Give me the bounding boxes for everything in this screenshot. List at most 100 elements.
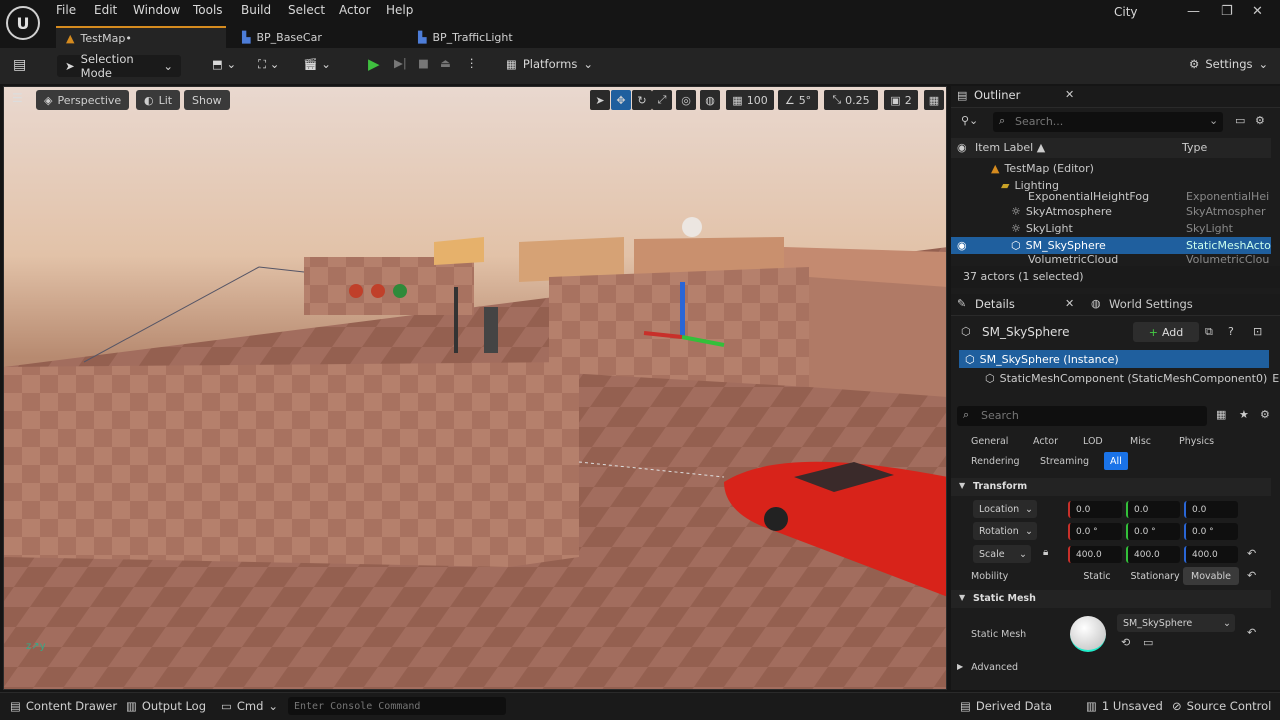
content-drawer-button[interactable]: ▤ Content Drawer [10, 699, 117, 713]
filter-rendering[interactable]: Rendering [965, 452, 1026, 470]
visibility-icon[interactable]: ◉ [957, 141, 967, 154]
menu-select[interactable]: Select [288, 3, 325, 17]
gear-icon[interactable]: ⚙ [1255, 114, 1265, 127]
selection-mode-dropdown[interactable]: ➤ Selection Mode ⌄ [57, 52, 181, 80]
menu-file[interactable]: File [56, 3, 76, 17]
component-instance-row[interactable]: ⬡ SM_SkySphere (Instance) [959, 350, 1269, 368]
location-z-field[interactable]: 0.0 [1184, 501, 1238, 518]
rotation-y-field[interactable]: 0.0 ° [1126, 523, 1180, 540]
filter-actor[interactable]: Actor [1027, 432, 1064, 450]
output-log-button[interactable]: ▥ Output Log [126, 699, 206, 713]
filter-physics[interactable]: Physics [1173, 432, 1220, 450]
outliner-search[interactable]: ⌕ ⌄ [993, 112, 1223, 132]
world-space-icon[interactable]: ◎ [676, 90, 696, 110]
unreal-logo-icon[interactable]: U [6, 6, 40, 40]
location-x-field[interactable]: 0.0 [1068, 501, 1122, 518]
details-tab[interactable]: Details [975, 297, 1015, 311]
visibility-icon[interactable]: ◉ [957, 239, 967, 252]
add-content-icon[interactable]: ⬒ ⌄ [212, 57, 236, 71]
static-mesh-dropdown[interactable]: SM_SkySphere ⌄ [1117, 614, 1235, 632]
location-y-field[interactable]: 0.0 [1126, 501, 1180, 518]
transform-section-header[interactable]: ▼ Transform [951, 478, 1271, 496]
tree-item[interactable]: ☼ SkyLight SkyLight [951, 220, 1271, 237]
lock-icon[interactable]: ⊡ [1253, 325, 1262, 338]
scale-z-field[interactable]: 400.0 [1184, 546, 1238, 563]
folder-add-icon[interactable]: ▭ [1235, 114, 1245, 127]
settings-dropdown[interactable]: ⚙ Settings ⌄ [1189, 57, 1268, 71]
platforms-dropdown[interactable]: ▦ Platforms ⌄ [506, 57, 593, 71]
column-type[interactable]: Type [1182, 141, 1207, 154]
move-tool-icon[interactable]: ✥ [611, 90, 631, 110]
menu-window[interactable]: Window [133, 3, 180, 17]
rotation-dropdown[interactable]: Rotation ⌄ [973, 522, 1037, 540]
light-icon[interactable] [682, 217, 702, 237]
component-row[interactable]: ⬡ StaticMeshComponent (StaticMeshComponen… [985, 372, 1279, 385]
grid-view-icon[interactable]: ▦ [1216, 408, 1226, 421]
step-icon[interactable]: ▶| [394, 56, 407, 70]
perspective-button[interactable]: ◈ Perspective [36, 90, 130, 110]
filter-all[interactable]: All [1104, 452, 1128, 470]
maximize-icon[interactable]: ❐ [1221, 4, 1233, 19]
menu-edit[interactable]: Edit [94, 3, 117, 17]
level-viewport[interactable]: ☰ ◈ Perspective ◐ Lit Show ➤ ✥ ↻ ⤢ ◎ ◍ ▦… [3, 86, 947, 690]
rotation-z-field[interactable]: 0.0 ° [1184, 523, 1238, 540]
menu-help[interactable]: Help [386, 3, 413, 17]
scale-dropdown[interactable]: Scale ⌄ [973, 545, 1031, 563]
mobility-movable[interactable]: Movable [1183, 567, 1239, 585]
scale-tool-icon[interactable]: ⤢ [652, 90, 672, 110]
minimize-icon[interactable]: — [1187, 4, 1200, 19]
lit-button[interactable]: ◐ Lit [136, 90, 181, 110]
reset-arrow-icon[interactable]: ↶ [1247, 547, 1256, 560]
tab-bp-basecar[interactable]: ▙ BP_BaseCar [232, 26, 402, 48]
rotation-snap-button[interactable]: ∠ 5° [778, 90, 818, 110]
console-input[interactable] [288, 697, 506, 715]
menu-actor[interactable]: Actor [339, 3, 371, 17]
show-button[interactable]: Show [184, 90, 230, 110]
rotate-tool-icon[interactable]: ↻ [632, 90, 652, 110]
viewport-menu-icon[interactable]: ☰ [12, 91, 23, 105]
tree-item[interactable]: ▲ TestMap (Editor) [951, 160, 1271, 177]
scene-render[interactable] [4, 87, 947, 690]
derived-data-button[interactable]: ▤ Derived Data [960, 699, 1052, 713]
play-icon[interactable]: ▶ [368, 55, 380, 73]
eject-icon[interactable]: ⏏ [440, 56, 451, 70]
tree-item[interactable]: ExponentialHeightFog ExponentialHei [951, 190, 1271, 202]
tree-item[interactable]: ☼ SkyAtmosphere SkyAtmospher [951, 203, 1271, 220]
play-options-icon[interactable]: ⋮ [466, 56, 478, 70]
tab-bp-trafficlight[interactable]: ▙ BP_TrafficLight [408, 26, 578, 48]
cmd-dropdown[interactable]: ▭ Cmd ⌄ [221, 699, 278, 713]
filter-general[interactable]: General [965, 432, 1014, 450]
outliner-search-input[interactable] [1015, 113, 1205, 130]
filter-streaming[interactable]: Streaming [1034, 452, 1095, 470]
blueprint-icon[interactable]: ⧉ [1205, 325, 1213, 339]
tab-testmap[interactable]: ▲ TestMap• [56, 26, 226, 48]
save-icon[interactable]: ▤ [13, 57, 26, 73]
stop-icon[interactable]: ■ [418, 56, 429, 70]
lock-icon[interactable]: 🔒︎ [1043, 547, 1048, 558]
column-item-label[interactable]: Item Label ▲ [975, 141, 1045, 154]
tree-item[interactable]: VolumetricCloud VolumetricClou [951, 255, 1271, 263]
scale-snap-button[interactable]: ⤡ 0.25 [824, 90, 878, 110]
gear-icon[interactable]: ⚙ [1260, 408, 1270, 421]
world-settings-tab[interactable]: World Settings [1109, 297, 1193, 311]
close-icon[interactable]: ✕ [1065, 297, 1074, 310]
menu-build[interactable]: Build [241, 3, 271, 17]
grid-snap-button[interactable]: ▦ 100 [726, 90, 774, 110]
close-window-icon[interactable]: ✕ [1252, 4, 1263, 19]
menu-tools[interactable]: Tools [193, 3, 223, 17]
rotation-x-field[interactable]: 0.0 ° [1068, 523, 1122, 540]
select-tool-icon[interactable]: ➤ [590, 90, 610, 110]
use-selected-icon[interactable]: ⟲ [1121, 636, 1130, 649]
details-search-input[interactable] [981, 407, 1201, 424]
viewport-layout-icon[interactable]: ▦ [924, 90, 944, 110]
source-control-button[interactable]: ⊘ Source Control [1172, 699, 1271, 713]
close-icon[interactable]: ✕ [1065, 88, 1074, 101]
add-component-button[interactable]: + Add [1133, 322, 1199, 342]
scale-y-field[interactable]: 400.0 [1126, 546, 1180, 563]
help-icon[interactable]: ? [1228, 325, 1234, 338]
camera-speed-button[interactable]: ▣ 2 [884, 90, 918, 110]
filter-lod[interactable]: LOD [1077, 432, 1109, 450]
star-icon[interactable]: ★ [1239, 408, 1249, 421]
location-dropdown[interactable]: Location ⌄ [973, 500, 1037, 518]
blueprint-menu-icon[interactable]: ⛶ ⌄ [258, 57, 279, 72]
